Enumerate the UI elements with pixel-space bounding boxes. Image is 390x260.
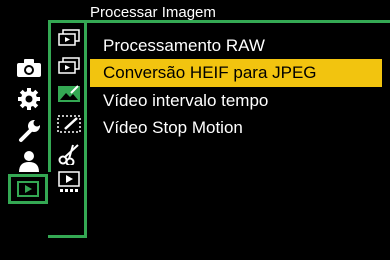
video-frames-icon[interactable] [56,170,82,194]
page-title: Processar Imagem [90,4,216,21]
frame-line-divider [48,20,51,172]
menu-item-time-lapse-video[interactable]: Vídeo intervalo tempo [90,87,382,115]
camera-icon[interactable] [14,56,44,80]
gear-icon[interactable] [14,86,44,112]
playback-list-icon-2[interactable] [56,54,82,78]
menu-item-raw-processing[interactable]: Processamento RAW [90,32,382,60]
scissors-icon[interactable] [56,142,82,166]
playback-list-icon-1[interactable] [56,26,82,50]
playback-icon[interactable] [8,174,48,204]
image-edit-dashed-icon[interactable] [56,112,82,136]
image-edit-icon[interactable] [56,82,82,106]
frame-line-bottom [48,235,87,238]
wrench-icon[interactable] [14,118,44,144]
frame-line-sub-left [84,20,87,238]
menu-item-heif-to-jpeg[interactable]: Conversão HEIF para JPEG [90,59,382,87]
menu-item-stop-motion-video[interactable]: Vídeo Stop Motion [90,114,382,142]
person-icon[interactable] [14,148,44,174]
